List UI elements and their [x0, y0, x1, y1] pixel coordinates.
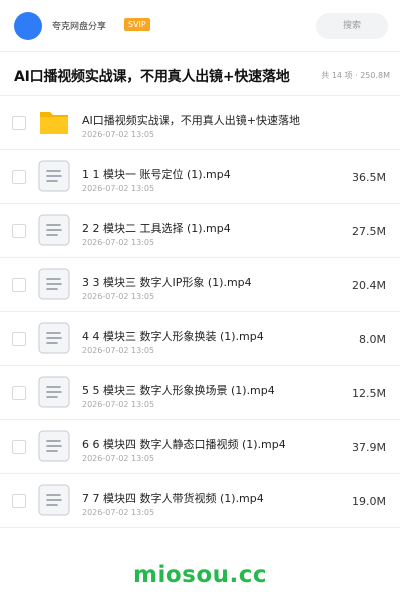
folder-icon: [40, 112, 68, 134]
list-item[interactable]: 6 6 模块四 数字人静态口播视频 (1).mp4 2026-07-02 13:…: [0, 420, 400, 474]
file-name: AI口播视频实战课，不用真人出镜+快速落地: [82, 114, 300, 127]
video-file-icon: [38, 160, 70, 192]
list-item[interactable]: 4 4 模块三 数字人形象换装 (1).mp4 2026-07-02 13:05…: [0, 312, 400, 366]
file-date: 2026-07-02 13:05: [82, 454, 155, 463]
file-name: 6 6 模块四 数字人静态口播视频 (1).mp4: [82, 438, 286, 451]
site-name: 夸克网盘分享: [52, 22, 107, 32]
file-name: 2 2 模块二 工具选择 (1).mp4: [82, 222, 231, 235]
file-name: 3 3 模块三 数字人IP形象 (1).mp4: [82, 276, 252, 289]
file-list: AI口播视频实战课，不用真人出镜+快速落地 2026-07-02 13:05 1…: [0, 96, 400, 528]
file-size: 20.4M: [352, 279, 386, 292]
file-date: 2026-07-02 13:05: [82, 238, 155, 247]
page-title: AI口播视频实战课，不用真人出镜+快速落地: [14, 69, 290, 85]
file-date: 2026-07-02 13:05: [82, 400, 155, 409]
checkbox[interactable]: [12, 494, 26, 508]
file-date: 2026-07-02 13:05: [82, 184, 155, 193]
file-size: 12.5M: [352, 387, 386, 400]
file-date: 2026-07-02 13:05: [82, 130, 155, 139]
checkbox[interactable]: [12, 332, 26, 346]
top-bar: 夸克网盘分享 SVIP 搜索: [0, 0, 400, 52]
search-button[interactable]: 搜索: [316, 13, 388, 39]
file-size: 27.5M: [352, 225, 386, 238]
checkbox[interactable]: [12, 170, 26, 184]
file-name: 7 7 模块四 数字人带货视频 (1).mp4: [82, 492, 264, 505]
file-name: 5 5 模块三 数字人形象换场景 (1).mp4: [82, 384, 275, 397]
list-item[interactable]: 2 2 模块二 工具选择 (1).mp4 2026-07-02 13:05 27…: [0, 204, 400, 258]
video-file-icon: [38, 322, 70, 354]
checkbox[interactable]: [12, 440, 26, 454]
file-size: 36.5M: [352, 171, 386, 184]
video-file-icon: [38, 214, 70, 246]
share-header: AI口播视频实战课，不用真人出镜+快速落地 共 14 项 · 250.8M: [0, 52, 400, 96]
file-name: 1 1 模块一 账号定位 (1).mp4: [82, 168, 231, 181]
list-item[interactable]: 1 1 模块一 账号定位 (1).mp4 2026-07-02 13:05 36…: [0, 150, 400, 204]
file-date: 2026-07-02 13:05: [82, 508, 155, 517]
checkbox[interactable]: [12, 224, 26, 238]
list-item[interactable]: AI口播视频实战课，不用真人出镜+快速落地 2026-07-02 13:05: [0, 96, 400, 150]
avatar[interactable]: [14, 12, 42, 40]
svip-badge: SVIP: [124, 18, 150, 31]
file-size: 19.0M: [352, 495, 386, 508]
watermark-logo: miosou.cc: [132, 562, 268, 588]
video-file-icon: [38, 430, 70, 462]
list-item[interactable]: 7 7 模块四 数字人带货视频 (1).mp4 2026-07-02 13:05…: [0, 474, 400, 528]
file-name: 4 4 模块三 数字人形象换装 (1).mp4: [82, 330, 264, 343]
file-size: 37.9M: [352, 441, 386, 454]
list-item[interactable]: 5 5 模块三 数字人形象换场景 (1).mp4 2026-07-02 13:0…: [0, 366, 400, 420]
file-date: 2026-07-02 13:05: [82, 292, 155, 301]
file-date: 2026-07-02 13:05: [82, 346, 155, 355]
video-file-icon: [38, 268, 70, 300]
video-file-icon: [38, 376, 70, 408]
checkbox[interactable]: [12, 116, 26, 130]
share-meta: 共 14 项 · 250.8M: [321, 71, 390, 80]
file-size: 8.0M: [359, 333, 386, 346]
checkbox[interactable]: [12, 278, 26, 292]
checkbox[interactable]: [12, 386, 26, 400]
list-item[interactable]: 3 3 模块三 数字人IP形象 (1).mp4 2026-07-02 13:05…: [0, 258, 400, 312]
video-file-icon: [38, 484, 70, 516]
